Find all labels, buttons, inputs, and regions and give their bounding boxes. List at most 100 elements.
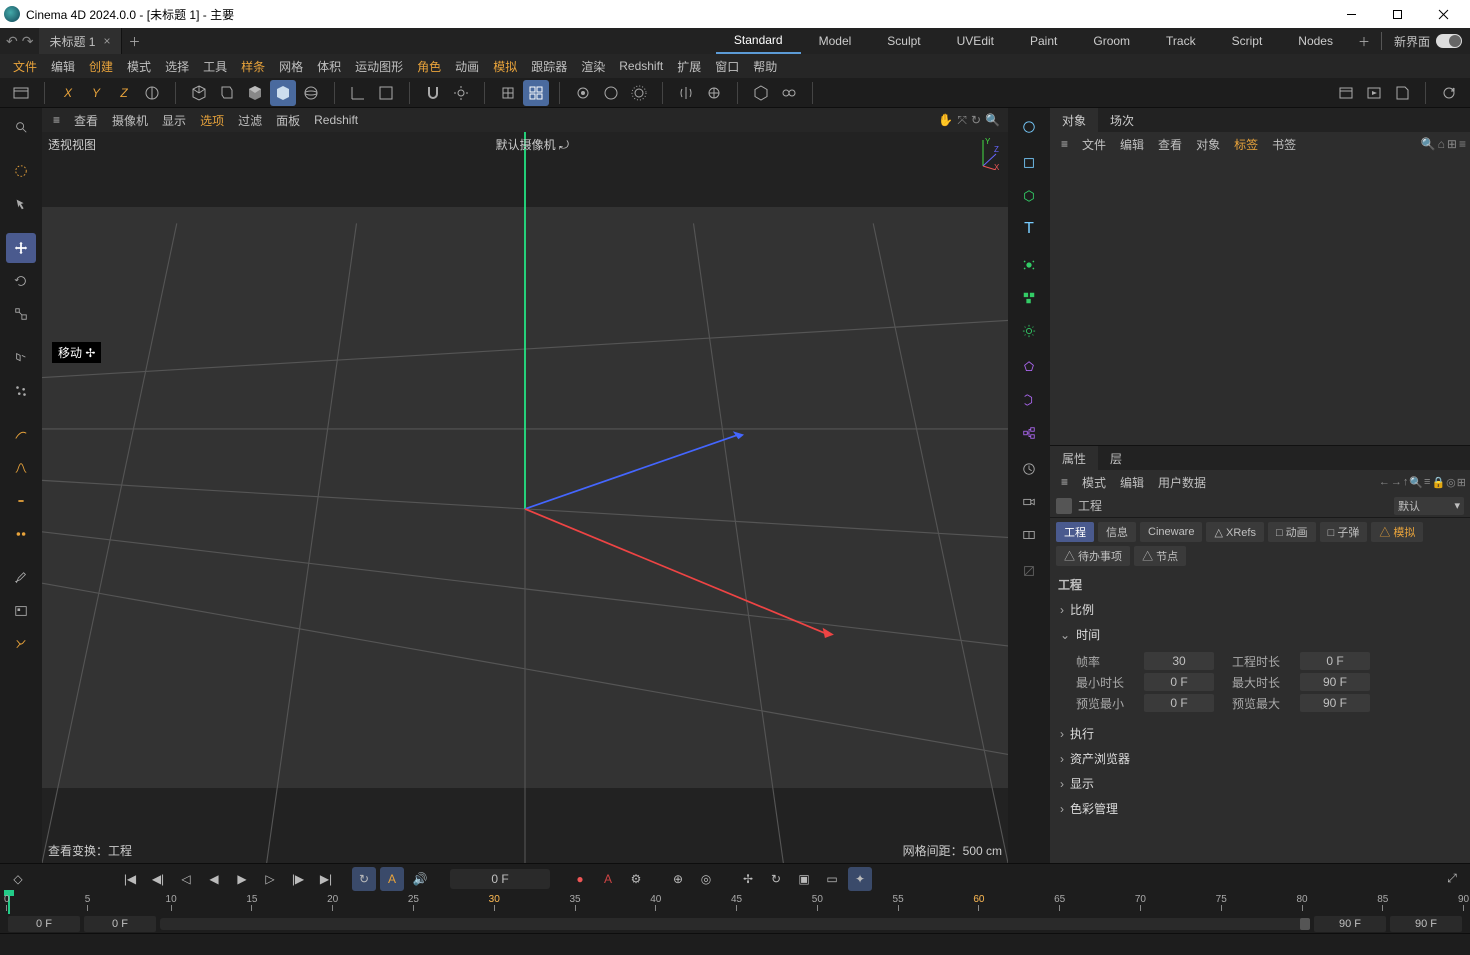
prevmin-value[interactable]: 0 F	[1144, 694, 1214, 712]
light-mode-icon[interactable]	[1014, 520, 1044, 550]
timeline-ruler[interactable]: 0510152025303540455055606570758085903060	[8, 894, 1462, 916]
time-mode-icon[interactable]	[1014, 454, 1044, 484]
goto-nextkey-icon[interactable]: |▶	[286, 867, 310, 891]
layout-tab-standard[interactable]: Standard	[716, 28, 801, 54]
movie-icon[interactable]	[1333, 80, 1359, 106]
objmgr-menu-1[interactable]: 文件	[1075, 132, 1113, 156]
layout-tab-uvedit[interactable]: UVEdit	[939, 28, 1012, 54]
play-backward-icon[interactable]: ◀	[202, 867, 226, 891]
poly-mode-icon[interactable]	[1014, 148, 1044, 178]
attr-btn-0[interactable]: 工程	[1056, 522, 1094, 542]
vp-nav-icon-1[interactable]: ⤧	[957, 113, 967, 128]
layout-tab-paint[interactable]: Paint	[1012, 28, 1075, 54]
vpmenu-7[interactable]: Redshift	[307, 108, 365, 132]
layout-tab-groom[interactable]: Groom	[1075, 28, 1148, 54]
cube-mode-icon[interactable]	[1014, 181, 1044, 211]
layout-tab-script[interactable]: Script	[1214, 28, 1281, 54]
vp-nav-icon-0[interactable]: ✋	[938, 113, 953, 128]
attr-icon-7[interactable]: ⊞	[1457, 476, 1466, 489]
vpmenu-4[interactable]: 选项	[193, 108, 231, 132]
projlen-value[interactable]: 0 F	[1300, 652, 1370, 670]
attr-btn-5[interactable]: □ 子弹	[1320, 522, 1368, 542]
objmgr-menu-3[interactable]: 查看	[1151, 132, 1189, 156]
symmetry-icon[interactable]	[673, 80, 699, 106]
attr-icon-1[interactable]: →	[1391, 476, 1402, 488]
vpmenu-1[interactable]: 查看	[67, 108, 105, 132]
sound-icon[interactable]: 🔊	[408, 867, 432, 891]
text-mode-icon[interactable]: T	[1014, 214, 1044, 244]
objmgr-menu-5[interactable]: 标签	[1227, 132, 1265, 156]
objmgr-icon-0[interactable]: 🔍	[1421, 137, 1436, 151]
key-pos-icon[interactable]: ⊕	[666, 867, 690, 891]
key-wand-icon[interactable]: ✦	[848, 867, 872, 891]
attr-btn2-0[interactable]: △ 待办事项	[1056, 546, 1130, 566]
render-settings-icon[interactable]	[626, 80, 652, 106]
layout-tab-model[interactable]: Model	[801, 28, 870, 54]
brush-tool-icon[interactable]	[6, 563, 36, 593]
menu-模式[interactable]: 模式	[120, 54, 158, 78]
objmgr-icon-3[interactable]: ≡	[1459, 137, 1466, 151]
attr-fold-color[interactable]: 色彩管理	[1050, 796, 1470, 821]
vpmenu-3[interactable]: 显示	[155, 108, 193, 132]
attr-btn-3[interactable]: △ XRefs	[1206, 522, 1263, 542]
attr-fold-asset[interactable]: 资产浏览器	[1050, 746, 1470, 771]
object-manager-body[interactable]	[1050, 156, 1470, 446]
attr-fold-time[interactable]: 时间	[1050, 622, 1470, 647]
axis-mode-icon[interactable]	[345, 80, 371, 106]
key-settings-icon[interactable]: ⚙	[624, 867, 648, 891]
attr-tab-属性[interactable]: 属性	[1050, 446, 1098, 470]
grid-snap-icon[interactable]	[495, 80, 521, 106]
vpmenu-5[interactable]: 过滤	[231, 108, 269, 132]
document-tab[interactable]: 未标题 1 ×	[39, 28, 121, 54]
cloner-mode-icon[interactable]	[1014, 283, 1044, 313]
attr-btn-2[interactable]: Cineware	[1140, 522, 1202, 542]
move-tool-icon[interactable]	[6, 233, 36, 263]
attr-icon-0[interactable]: ←	[1379, 476, 1390, 488]
field-mode-icon[interactable]	[1014, 250, 1044, 280]
attr-tab-层[interactable]: 层	[1098, 446, 1134, 470]
range-end-b[interactable]: 90 F	[1390, 916, 1462, 932]
scale-tool-icon[interactable]	[6, 299, 36, 329]
new-ui-toggle[interactable]: 新界面	[1386, 28, 1470, 54]
attr-icon-6[interactable]: ◎	[1446, 476, 1456, 489]
autokey-a-icon[interactable]: A	[596, 867, 620, 891]
maxtime-value[interactable]: 90 F	[1300, 673, 1370, 691]
menu-帮助[interactable]: 帮助	[746, 54, 784, 78]
render-pv-icon[interactable]	[598, 80, 624, 106]
prev-frame-icon[interactable]: ◁	[174, 867, 198, 891]
current-frame-field[interactable]: 0 F	[450, 869, 550, 889]
select-circle-tool-icon[interactable]	[6, 156, 36, 186]
primitive-cube-outline-icon[interactable]	[186, 80, 212, 106]
asset-browser-icon[interactable]	[6, 596, 36, 626]
attr-icon-2[interactable]: ↑	[1403, 476, 1409, 488]
primitive-cube-wire-icon[interactable]	[214, 80, 240, 106]
range-start-b[interactable]: 0 F	[84, 916, 156, 932]
instance-mode-icon[interactable]	[1014, 385, 1044, 415]
vpmenu-6[interactable]: 面板	[269, 108, 307, 132]
key-pla-icon[interactable]: ▭	[820, 867, 844, 891]
range-scrollbar[interactable]	[160, 918, 1310, 930]
loop-icon[interactable]: ↻	[352, 867, 376, 891]
gear-mode-icon[interactable]	[1014, 316, 1044, 346]
snap-settings-icon[interactable]	[448, 80, 474, 106]
attr-icon-4[interactable]: ≡	[1424, 476, 1430, 488]
timeline-expand-icon[interactable]: ⤢	[1440, 867, 1464, 891]
goto-prevkey-icon[interactable]: ◀|	[146, 867, 170, 891]
attr-menu-0[interactable]: ≡	[1054, 475, 1075, 489]
objmgr-icon-2[interactable]: ⊞	[1447, 137, 1457, 151]
menu-模拟[interactable]: 模拟	[486, 54, 524, 78]
menu-动画[interactable]: 动画	[448, 54, 486, 78]
goto-end-icon[interactable]: ▶|	[314, 867, 338, 891]
softsel-icon[interactable]	[701, 80, 727, 106]
axis-z-button[interactable]: Z	[111, 80, 137, 106]
material-mode-icon[interactable]	[1014, 556, 1044, 586]
model-mode-icon[interactable]	[1014, 112, 1044, 142]
attr-btn-4[interactable]: □ 动画	[1268, 522, 1316, 542]
range-start-a[interactable]: 0 F	[8, 916, 80, 932]
vpmenu-2[interactable]: 摄像机	[105, 108, 155, 132]
coord-sys-button[interactable]	[139, 80, 165, 106]
attr-fold-display[interactable]: 显示	[1050, 771, 1470, 796]
layout-tab-nodes[interactable]: Nodes	[1280, 28, 1351, 54]
layout-tab-track[interactable]: Track	[1148, 28, 1214, 54]
layout-preset-icon[interactable]	[8, 80, 34, 106]
